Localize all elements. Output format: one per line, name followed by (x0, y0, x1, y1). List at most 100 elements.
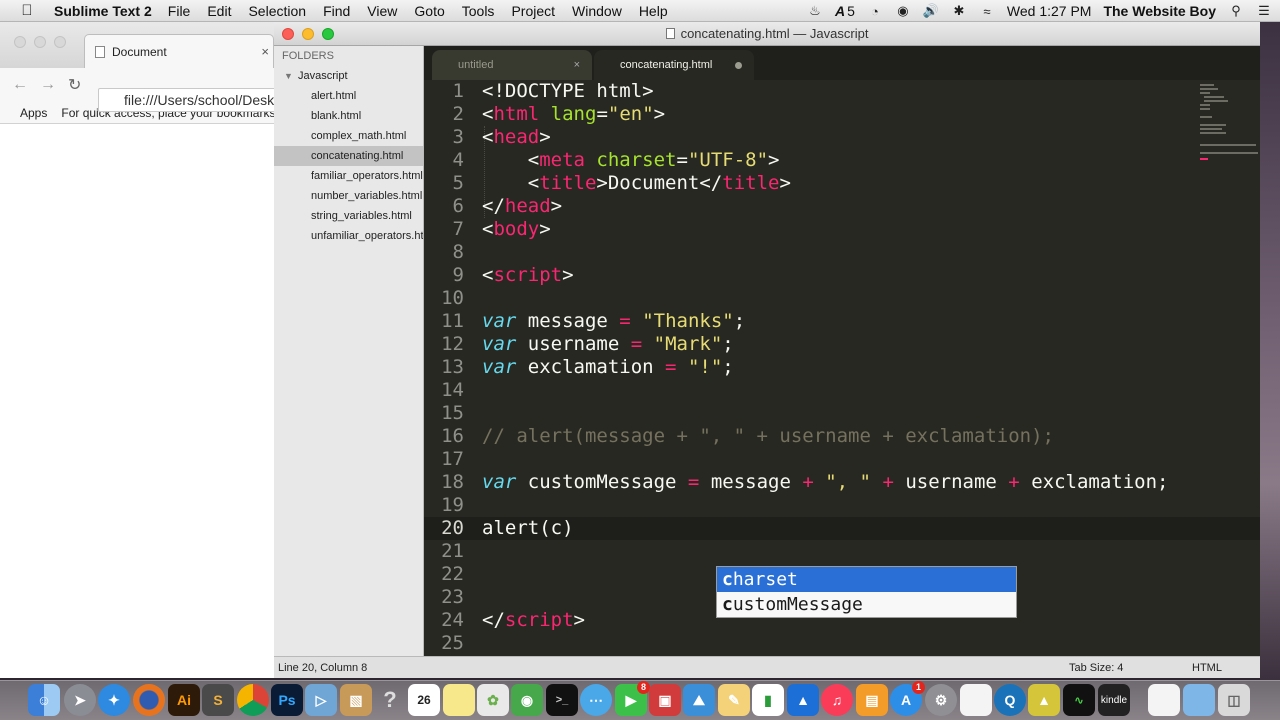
coda-icon[interactable]: ▲ (1028, 684, 1060, 716)
facetime-icon[interactable]: ▶ 8 (615, 681, 650, 716)
archive-icon[interactable]: ▧ (340, 684, 372, 716)
menu-find[interactable]: Find (323, 3, 350, 19)
firefox-icon[interactable] (133, 684, 165, 716)
bookmark-apps[interactable]: Apps (20, 106, 47, 120)
documents-stack-icon[interactable] (1148, 684, 1180, 716)
wifi-icon[interactable]: ≈ (979, 4, 995, 19)
apple-menu-icon[interactable]:  (0, 2, 54, 19)
sublime-window[interactable]: concatenating.html — Javascript FOLDERS … (274, 22, 1260, 678)
menu-file[interactable]: File (168, 3, 191, 19)
document-proxy-icon[interactable] (665, 28, 675, 39)
illustrator-icon[interactable]: Ai (168, 684, 200, 716)
back-arrow-icon[interactable]: ← (12, 76, 28, 94)
keynote-icon[interactable]: ▲ (787, 684, 819, 716)
spotlight-search-icon[interactable]: ⚲ (1228, 3, 1244, 19)
disclosure-triangle-icon[interactable]: ▼ (284, 66, 298, 86)
safari-icon[interactable]: ✦ (98, 684, 130, 716)
code-text: var customMessage = message + ", " + use… (482, 471, 1169, 493)
iphoto-icon[interactable]: ⛰ (683, 684, 715, 716)
menu-project[interactable]: Project (511, 3, 555, 19)
sidebar-file-blank[interactable]: blank.html (274, 106, 423, 126)
system-preferences-icon[interactable]: ⚙ (925, 684, 957, 716)
trash-icon[interactable]: ◫ (1218, 684, 1250, 716)
user-name[interactable]: The Website Boy (1103, 3, 1216, 19)
kindle-icon[interactable]: kindle (1098, 684, 1130, 716)
syntax-selector[interactable]: HTML (1192, 657, 1222, 679)
menu-edit[interactable]: Edit (207, 3, 231, 19)
menu-help[interactable]: Help (639, 3, 668, 19)
sublime-minimize-button[interactable] (302, 28, 314, 40)
photo-booth-icon[interactable]: ▣ (649, 684, 681, 716)
address-bar[interactable]: file:///Users/school/Desktop/Javascript/… (98, 88, 288, 112)
unsaved-dot-icon[interactable] (735, 62, 742, 69)
reload-icon[interactable]: ↻ (68, 75, 81, 95)
help-icon[interactable]: ? (374, 684, 406, 716)
finder-icon[interactable]: ☺ (28, 684, 60, 716)
autocomplete-item-custommessage[interactable]: customMessage (717, 592, 1016, 617)
tab-close-icon[interactable]: × (574, 50, 580, 80)
notes-icon[interactable] (443, 684, 475, 716)
chrome-tab-close-icon[interactable]: × (261, 44, 269, 59)
chrome-minimize-button[interactable] (34, 36, 46, 48)
chrome-icon[interactable] (237, 684, 269, 716)
messages-icon[interactable]: ⋯ (580, 684, 612, 716)
terminal-icon[interactable]: >_ (546, 684, 578, 716)
sidebar-file-alert[interactable]: alert.html (274, 86, 423, 106)
sublime-zoom-button[interactable] (322, 28, 334, 40)
pages-icon[interactable]: ✎ (718, 684, 750, 716)
menu-app-name[interactable]: Sublime Text 2 (54, 3, 152, 19)
tab-size-selector[interactable]: Tab Size: 4 (1069, 657, 1123, 679)
tab-concatenating[interactable]: concatenating.html (594, 50, 754, 80)
sublime-close-button[interactable] (282, 28, 294, 40)
minimap[interactable] (1196, 80, 1260, 160)
sublime-text-icon[interactable]: S (202, 684, 234, 716)
activity-monitor-icon[interactable]: ∿ (1063, 684, 1095, 716)
record-icon[interactable]: ◉ (895, 3, 911, 19)
photoshop-icon[interactable]: Ps (271, 684, 303, 716)
photos-icon[interactable]: ✿ (477, 684, 509, 716)
tab-untitled[interactable]: untitled × (432, 50, 592, 80)
adobe-status-icon[interactable]: A5 (835, 3, 855, 19)
line-number: 18 (441, 471, 464, 493)
chrome-tab-document[interactable]: Document × (84, 34, 274, 68)
menu-selection[interactable]: Selection (248, 3, 306, 19)
preview-icon[interactable]: ▷ (305, 684, 337, 716)
volume-icon[interactable]: 🔊 (923, 3, 939, 19)
textedit-icon[interactable] (960, 684, 992, 716)
quicktime-icon[interactable]: Q (994, 684, 1026, 716)
itunes-icon[interactable]: ♫ (821, 684, 853, 716)
notification-center-icon[interactable]: ☰ (1256, 3, 1272, 19)
line-number: 21 (441, 540, 464, 562)
chrome-zoom-button[interactable] (54, 36, 66, 48)
forward-arrow-icon[interactable]: → (40, 76, 56, 94)
app-store-icon[interactable]: A1 (890, 681, 925, 716)
sidebar-folder-javascript[interactable]: ▼ Javascript (274, 66, 423, 86)
calendar-icon[interactable]: 26 (408, 684, 440, 716)
menu-bar:  Sublime Text 2 File Edit Selection Fin… (0, 0, 1280, 22)
sidebar-file-number-variables[interactable]: number_variables.html (274, 186, 423, 206)
autocomplete-item-charset[interactable]: charset (717, 567, 1016, 592)
menu-window[interactable]: Window (572, 3, 622, 19)
code-editor[interactable]: 1 <!DOCTYPE html> 2 <html lang="en"> 3 <hea… (424, 80, 1260, 656)
menu-view[interactable]: View (367, 3, 397, 19)
downloads-folder-icon[interactable] (1183, 684, 1215, 716)
numbers-icon[interactable]: ▮ (752, 684, 784, 716)
time-machine-icon[interactable]: ◔ (867, 4, 883, 19)
chrome-close-button[interactable] (14, 36, 26, 48)
launchpad-icon[interactable]: ➤ (64, 684, 96, 716)
sidebar-file-concatenating[interactable]: concatenating.html (274, 146, 423, 166)
sidebar-file-string-variables[interactable]: string_variables.html (274, 206, 423, 226)
sidebar-file-complex-math[interactable]: complex_math.html (274, 126, 423, 146)
sidebar-file-familiar-operators[interactable]: familiar_operators.html (274, 166, 423, 186)
bluetooth-icon[interactable]: ✱ (951, 3, 967, 19)
ibooks-icon[interactable]: ▤ (856, 684, 888, 716)
chrome-window[interactable]: Document × ← → ↻ file:///Users/school/De… (0, 22, 288, 678)
game-controller-icon[interactable]: ◉ (511, 684, 543, 716)
clock[interactable]: Wed 1:27 PM (1007, 3, 1092, 19)
folder-sidebar: FOLDERS ▼ Javascript alert.html blank.htm… (274, 46, 424, 656)
sidebar-file-unfamiliar-operators[interactable]: unfamiliar_operators.html (274, 226, 423, 246)
code-text: <head> (482, 126, 551, 148)
menu-goto[interactable]: Goto (414, 3, 444, 19)
notification-bell-icon[interactable]: ♨ (807, 3, 823, 19)
menu-tools[interactable]: Tools (462, 3, 495, 19)
